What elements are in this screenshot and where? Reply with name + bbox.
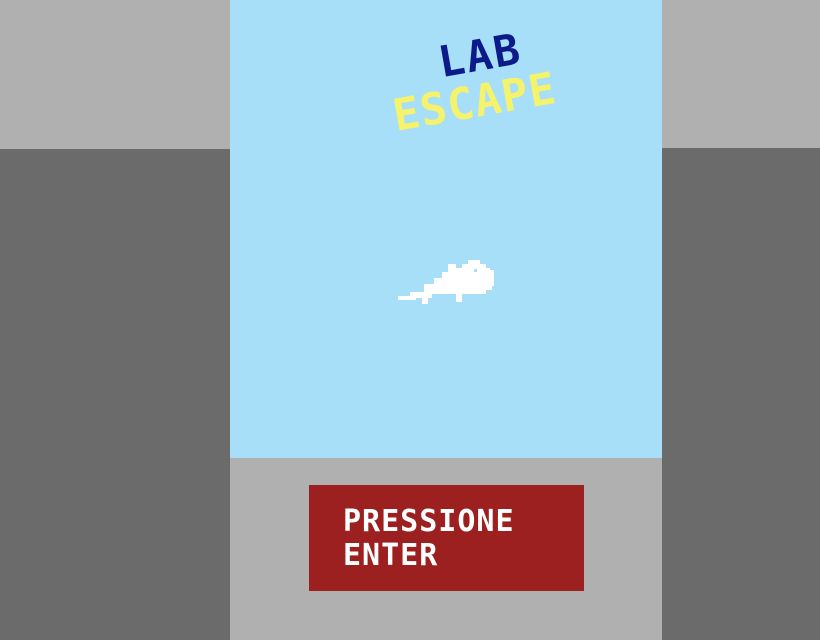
left-lower-backdrop xyxy=(0,149,230,640)
right-lower-backdrop xyxy=(662,148,820,640)
white-mouse-icon xyxy=(398,260,494,304)
start-button[interactable]: PRESSIONE ENTER xyxy=(309,485,584,591)
game-screen: LAB ESCAPE PRESSIONE ENTER xyxy=(0,0,820,640)
start-button-label: PRESSIONE ENTER xyxy=(343,504,515,573)
game-canvas: LAB ESCAPE PRESSIONE ENTER xyxy=(230,0,662,640)
right-upper-backdrop xyxy=(662,0,820,148)
left-upper-backdrop xyxy=(0,0,230,149)
